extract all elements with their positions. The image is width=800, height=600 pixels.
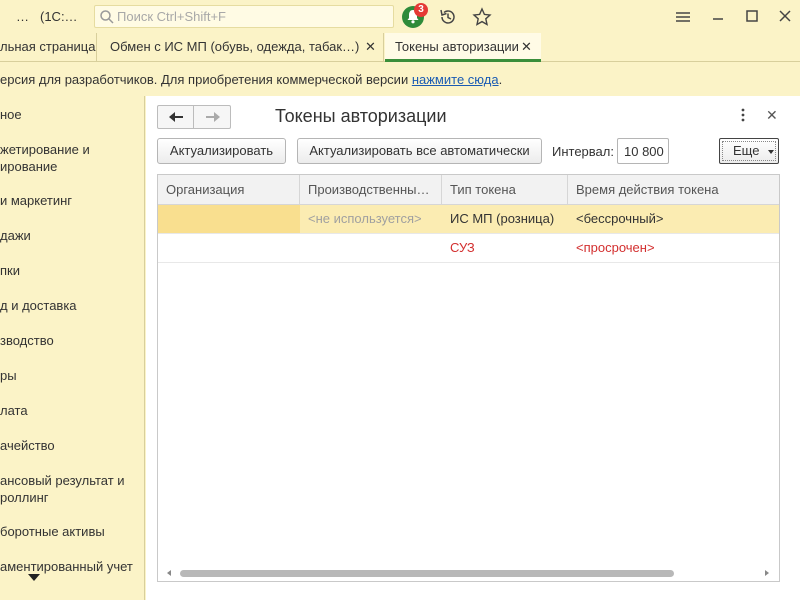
sidebar-item[interactable]: лата bbox=[0, 402, 144, 419]
search-input[interactable] bbox=[117, 9, 387, 24]
title-ellipsis[interactable]: … bbox=[16, 9, 29, 24]
close-icon[interactable] bbox=[776, 7, 796, 27]
info-text: ерсия для разработчиков. Для приобретени… bbox=[0, 72, 412, 87]
table-header: Организация Производственны… Тип токена … bbox=[158, 175, 779, 205]
column-header-production[interactable]: Производственны… bbox=[300, 175, 442, 205]
cell-validity[interactable]: <бессрочный> bbox=[568, 205, 779, 233]
sidebar-scroll-down-icon[interactable] bbox=[28, 574, 40, 581]
interval-field[interactable] bbox=[617, 138, 669, 164]
chevron-down-icon bbox=[768, 150, 774, 154]
update-button[interactable]: Актуализировать bbox=[157, 138, 286, 164]
tab-label: льная страница bbox=[0, 39, 96, 54]
cell-token-type[interactable]: СУЗ bbox=[442, 234, 568, 262]
tokens-table: Организация Производственны… Тип токена … bbox=[157, 174, 780, 582]
tab-exchange[interactable]: Обмен с ИС МП (обувь, одежда, табак…) ✕ bbox=[98, 33, 384, 62]
minimize-icon[interactable] bbox=[709, 7, 729, 27]
purchase-link[interactable]: нажмите сюда bbox=[412, 72, 499, 87]
table-row[interactable]: <не используется> ИС МП (розница) <бесср… bbox=[158, 205, 779, 234]
scroll-left-icon[interactable] bbox=[167, 570, 171, 576]
star-icon[interactable] bbox=[472, 7, 492, 30]
update-all-button[interactable]: Актуализировать все автоматически bbox=[297, 138, 542, 164]
more-actions-icon[interactable] bbox=[740, 108, 746, 125]
cell-production[interactable]: <не используется> bbox=[300, 205, 442, 233]
sidebar: ное жетирование и ирование и маркетинг д… bbox=[0, 96, 145, 600]
menu-icon[interactable] bbox=[673, 7, 693, 27]
sidebar-item[interactable]: ансовый результат и роллинг bbox=[0, 472, 144, 506]
sidebar-item[interactable]: жетирование и ирование bbox=[0, 141, 144, 175]
cell-token-type[interactable]: ИС МП (розница) bbox=[442, 205, 568, 233]
form-panel: Токены авторизации ✕ Актуализировать Акт… bbox=[146, 96, 800, 600]
search-icon bbox=[99, 9, 115, 28]
cell-organization[interactable] bbox=[158, 205, 300, 233]
arrow-right-icon bbox=[205, 111, 221, 126]
sidebar-item[interactable]: аментированный учет bbox=[0, 558, 144, 575]
app-title: (1С:… bbox=[40, 9, 78, 24]
more-button-label: Еще bbox=[733, 143, 760, 158]
notification-count-badge: 3 bbox=[414, 3, 428, 17]
maximize-icon[interactable] bbox=[743, 7, 763, 27]
sidebar-item[interactable]: зводство bbox=[0, 332, 144, 349]
history-icon[interactable] bbox=[438, 7, 458, 30]
sidebar-item[interactable]: ное bbox=[0, 106, 144, 123]
table-row[interactable]: СУЗ <просрочен> bbox=[158, 234, 779, 263]
info-bar: ерсия для разработчиков. Для приобретени… bbox=[0, 63, 800, 96]
search-box[interactable] bbox=[94, 5, 394, 28]
tab-home[interactable]: льная страница bbox=[0, 33, 97, 62]
sidebar-item[interactable]: д и доставка bbox=[0, 297, 144, 314]
interval-label: Интервал: bbox=[552, 144, 614, 159]
sidebar-item[interactable]: и маркетинг bbox=[0, 192, 144, 209]
column-header-organization[interactable]: Организация bbox=[158, 175, 300, 205]
tab-label: Обмен с ИС МП (обувь, одежда, табак…) bbox=[110, 39, 360, 54]
tab-tokens[interactable]: Токены авторизации ✕ bbox=[385, 33, 541, 62]
back-button[interactable] bbox=[158, 106, 194, 128]
title-bar: … (1С:… 3 bbox=[0, 0, 800, 33]
cell-production[interactable] bbox=[300, 234, 442, 262]
tab-close-icon[interactable]: ✕ bbox=[521, 33, 532, 61]
sidebar-item[interactable]: дажи bbox=[0, 227, 144, 244]
more-button[interactable]: Еще bbox=[719, 138, 779, 164]
sidebar-item[interactable]: пки bbox=[0, 262, 144, 279]
sidebar-item[interactable]: ры bbox=[0, 367, 144, 384]
page-title: Токены авторизации bbox=[275, 106, 447, 126]
tab-close-icon[interactable]: ✕ bbox=[365, 33, 376, 61]
tab-label: Токены авторизации bbox=[395, 39, 519, 54]
cell-organization[interactable] bbox=[158, 234, 300, 262]
column-header-validity[interactable]: Время действия токена bbox=[568, 175, 779, 205]
column-header-token-type[interactable]: Тип токена bbox=[442, 175, 568, 205]
sidebar-item[interactable]: ачейство bbox=[0, 437, 144, 454]
info-suffix: . bbox=[498, 72, 503, 87]
horizontal-scrollbar[interactable] bbox=[158, 566, 779, 581]
sidebar-item[interactable]: боротные активы bbox=[0, 523, 144, 540]
cell-validity[interactable]: <просрочен> bbox=[568, 234, 779, 262]
navigation-buttons bbox=[157, 105, 231, 129]
scrollbar-thumb[interactable] bbox=[180, 570, 674, 577]
tab-bar: льная страница Обмен с ИС МП (обувь, оде… bbox=[0, 33, 800, 62]
forward-button[interactable] bbox=[195, 106, 231, 128]
arrow-left-icon bbox=[168, 111, 184, 126]
scroll-right-icon[interactable] bbox=[765, 570, 769, 576]
form-close-icon[interactable]: ✕ bbox=[766, 107, 778, 124]
